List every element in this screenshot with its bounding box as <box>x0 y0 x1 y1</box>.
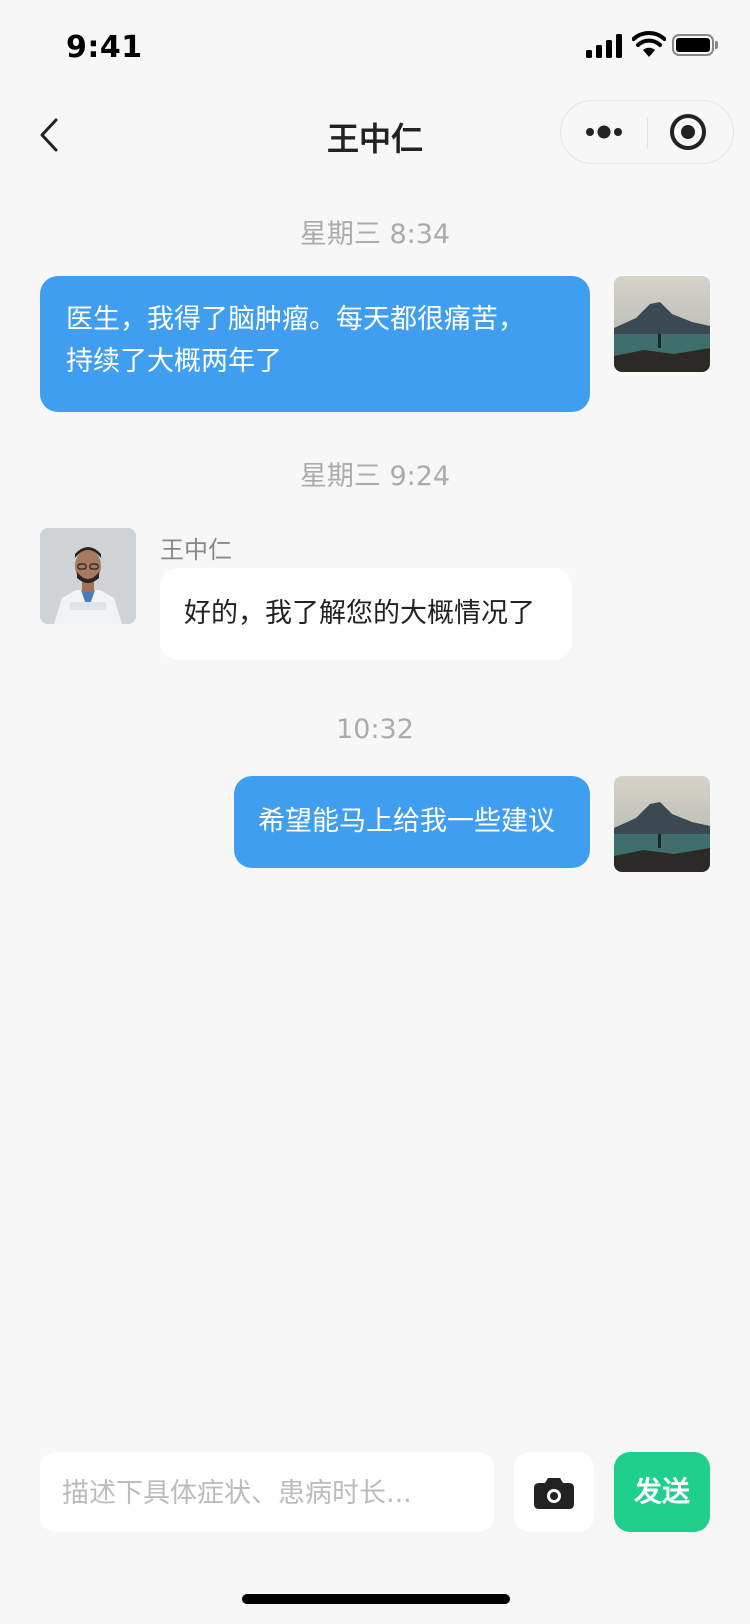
message-text-line: 持续了大概两年了 <box>66 346 282 377</box>
signal-icon <box>586 34 622 58</box>
target-circle-icon[interactable] <box>648 101 734 163</box>
status-bar: 9:41 <box>0 0 750 90</box>
user-avatar[interactable] <box>614 776 710 872</box>
message-bubble-outgoing[interactable]: 医生，我得了脑肿瘤。每天都很痛苦， 持续了大概两年了 <box>40 276 590 412</box>
message-text-line: 医生，我得了脑肿瘤。每天都很痛苦， <box>66 304 525 335</box>
message-time: 星期三 9:24 <box>299 461 451 492</box>
doctor-avatar[interactable] <box>40 528 136 624</box>
camera-icon <box>534 1478 574 1509</box>
send-button[interactable]: 发送 <box>614 1452 710 1532</box>
user-avatar[interactable] <box>614 276 710 372</box>
message-bubble-outgoing[interactable]: 希望能马上给我一些建议 <box>234 776 590 868</box>
camera-button[interactable] <box>514 1452 594 1532</box>
mini-program-capsule <box>560 100 734 164</box>
battery-icon <box>672 34 720 58</box>
sender-name: 王中仁 <box>160 536 232 564</box>
home-indicator <box>242 1594 510 1604</box>
message-time: 10:32 <box>336 714 414 745</box>
symptom-input[interactable] <box>60 1452 478 1534</box>
nav-bar: 王中仁 <box>0 90 750 180</box>
message-bubble-incoming[interactable]: 好的，我了解您的大概情况了 <box>160 568 572 660</box>
message-time: 星期三 8:34 <box>299 219 451 250</box>
status-time: 9:41 <box>66 30 143 65</box>
wifi-icon <box>632 31 666 57</box>
symptom-input-box <box>40 1452 494 1534</box>
more-dots-icon[interactable] <box>561 101 647 163</box>
